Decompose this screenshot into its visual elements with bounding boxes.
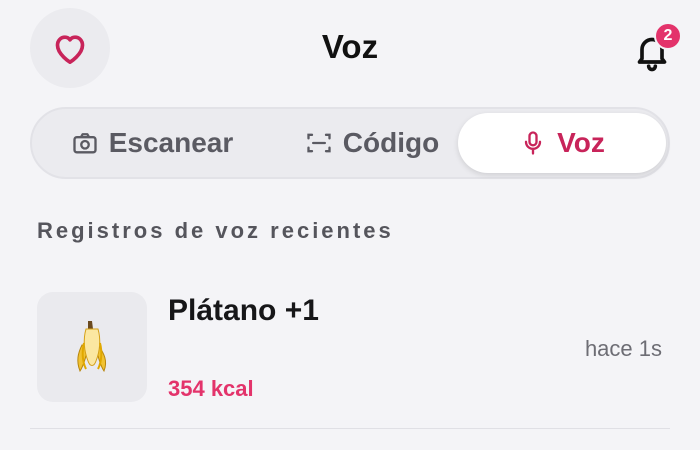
camera-icon bbox=[73, 133, 97, 154]
banana-icon bbox=[77, 321, 107, 373]
food-name: Plátano +1 bbox=[168, 294, 319, 327]
tab-voice-label: Voz bbox=[557, 127, 605, 158]
calorie-value: 354 kcal bbox=[168, 376, 254, 401]
voice-screen: Voz 2 Escanear Código Voz Registros de v… bbox=[0, 0, 700, 450]
notification-badge: 2 bbox=[654, 22, 682, 50]
food-thumbnail bbox=[37, 292, 147, 402]
input-mode-tabs: Escanear Código Voz bbox=[30, 107, 670, 179]
page-title: Voz bbox=[321, 28, 379, 65]
notifications-button[interactable]: 2 bbox=[624, 22, 682, 78]
tab-code-label: Código bbox=[342, 127, 440, 158]
list-item[interactable]: Plátano +1 hace 1s 354 kcal bbox=[30, 285, 670, 425]
log-timestamp: hace 1s bbox=[584, 336, 662, 361]
divider bbox=[30, 428, 670, 429]
section-title: Registros de voz recientes bbox=[37, 218, 394, 243]
tab-scan[interactable]: Escanear bbox=[52, 113, 252, 173]
tab-voice[interactable]: Voz bbox=[458, 113, 666, 173]
header: Voz 2 bbox=[0, 0, 700, 96]
microphone-icon bbox=[524, 131, 542, 155]
tab-scan-label: Escanear bbox=[108, 127, 234, 158]
scan-frame-icon bbox=[307, 133, 331, 153]
tab-code[interactable]: Código bbox=[272, 113, 472, 173]
